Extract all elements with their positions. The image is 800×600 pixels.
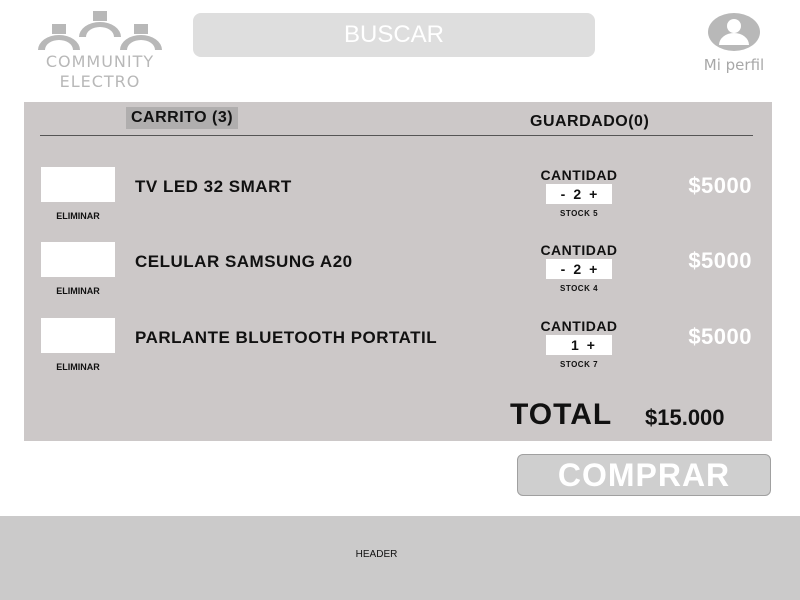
brand-line-2: ELECTRO xyxy=(59,72,141,91)
quantity-block: CANTIDAD - 2 + STOCK 5 xyxy=(529,167,629,218)
user-icon xyxy=(708,13,760,51)
footer-label: HEADER xyxy=(355,549,398,560)
quantity-value: 2 xyxy=(573,186,582,202)
remove-button[interactable]: ELIMINAR xyxy=(41,211,115,221)
quantity-value: 2 xyxy=(573,261,582,277)
cart-panel: CARRITO (3) GUARDADO(0) ELIMINAR TV LED … xyxy=(24,102,772,441)
product-price: $5000 xyxy=(688,173,752,198)
search-input[interactable] xyxy=(193,13,595,57)
buy-button[interactable]: COMPRAR xyxy=(517,454,771,496)
quantity-label: CANTIDAD xyxy=(540,167,618,183)
logo-lamps-icon xyxy=(38,11,162,50)
product-image xyxy=(41,242,115,277)
quantity-stepper: 1 + xyxy=(546,335,612,355)
product-name: TV LED 32 SMART xyxy=(135,177,292,196)
stock-label: STOCK 5 xyxy=(559,209,599,218)
increment-button[interactable]: + xyxy=(587,337,595,353)
quantity-value: 1 xyxy=(571,337,579,353)
profile-link[interactable]: Mi perfil xyxy=(694,12,774,74)
footer: HEADER xyxy=(0,516,800,600)
quantity-block: CANTIDAD - 2 + STOCK 4 xyxy=(529,242,629,293)
product-name: CELULAR SAMSUNG A20 xyxy=(135,252,353,271)
total-value: $15.000 xyxy=(645,405,725,430)
tab-divider xyxy=(40,135,753,136)
cart-item: ELIMINAR TV LED 32 SMART CANTIDAD - 2 + … xyxy=(24,167,772,239)
quantity-label: CANTIDAD xyxy=(540,318,618,334)
increment-button[interactable]: + xyxy=(589,186,597,202)
cart-item: ELIMINAR CELULAR SAMSUNG A20 CANTIDAD - … xyxy=(24,242,772,314)
remove-button[interactable]: ELIMINAR xyxy=(41,362,115,372)
brand-logo[interactable]: COMMUNITY ELECTRO xyxy=(30,10,170,92)
product-name: PARLANTE BLUETOOTH PORTATIL xyxy=(135,328,438,347)
stock-label: STOCK 4 xyxy=(559,284,599,293)
product-image xyxy=(41,167,115,202)
quantity-block: CANTIDAD 1 + STOCK 7 xyxy=(529,318,629,369)
quantity-label: CANTIDAD xyxy=(540,242,618,258)
quantity-stepper: - 2 + xyxy=(546,184,612,204)
quantity-stepper: - 2 + xyxy=(546,259,612,279)
brand-line-1: COMMUNITY xyxy=(45,52,155,71)
product-price: $5000 xyxy=(688,324,752,349)
decrement-button[interactable]: - xyxy=(561,261,566,277)
tab-cart[interactable]: CARRITO (3) xyxy=(126,107,239,129)
decrement-button[interactable]: - xyxy=(561,186,566,202)
total-label: TOTAL xyxy=(510,398,613,431)
product-image xyxy=(41,318,115,353)
stock-label: STOCK 7 xyxy=(559,360,599,369)
remove-button[interactable]: ELIMINAR xyxy=(41,286,115,296)
profile-label: Mi perfil xyxy=(703,56,765,74)
brand-name: COMMUNITY ELECTRO xyxy=(30,52,170,92)
tab-saved[interactable]: GUARDADO(0) xyxy=(530,113,649,131)
cart-item: ELIMINAR PARLANTE BLUETOOTH PORTATIL CAN… xyxy=(24,318,772,390)
increment-button[interactable]: + xyxy=(589,261,597,277)
product-price: $5000 xyxy=(688,248,752,273)
